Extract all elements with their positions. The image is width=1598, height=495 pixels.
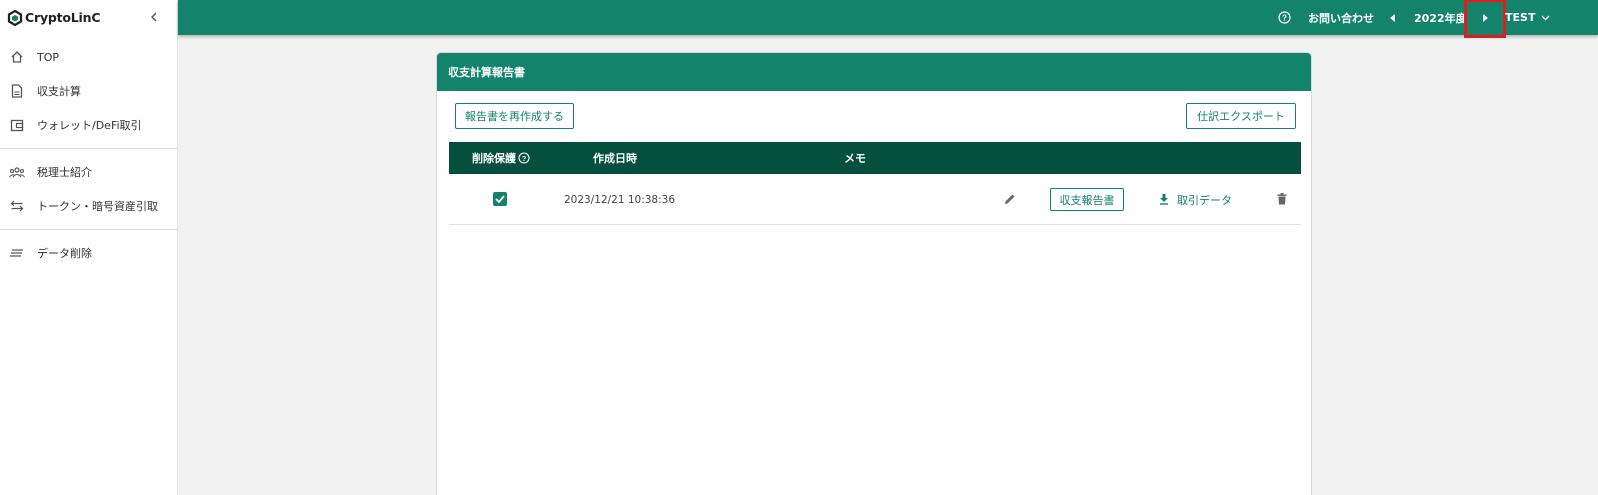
svg-text:?: ?: [1282, 14, 1287, 23]
help-icon[interactable]: ?: [1278, 0, 1291, 35]
table-header: 削除保護 ? 作成日時 メモ: [449, 142, 1301, 174]
sidebar-item-income-calc[interactable]: 収支計算: [0, 74, 177, 108]
home-icon: [9, 49, 25, 65]
sidebar-item-label: TOP: [37, 50, 60, 64]
column-header-protect: 削除保護 ?: [472, 142, 530, 174]
trash-icon[interactable]: [1275, 192, 1289, 206]
column-header-label: 削除保護: [472, 152, 516, 165]
collapse-sidebar-icon[interactable]: [147, 9, 161, 25]
sidebar-item-token-exchange[interactable]: トークン・暗号資産引取: [0, 189, 177, 223]
svg-text:?: ?: [522, 154, 527, 163]
transaction-data-download[interactable]: 取引データ: [1159, 174, 1232, 225]
caret-left-icon: [1390, 13, 1395, 22]
people-icon: [9, 164, 25, 180]
user-name: TEST: [1505, 11, 1536, 24]
sidebar-item-top[interactable]: TOP: [0, 40, 177, 74]
chevron-down-icon: [1541, 15, 1550, 21]
sidebar-divider: [0, 229, 177, 230]
swap-icon: [9, 198, 25, 214]
top-bar: ? お問い合わせ 2022年度 TEST: [178, 0, 1598, 38]
fiscal-year-label: 2022年度: [1414, 11, 1467, 25]
sidebar-item-wallet[interactable]: ウォレット/DeFi取引: [0, 108, 177, 142]
journal-export-button[interactable]: 仕訳エクスポート: [1186, 103, 1296, 129]
sidebar-divider: [0, 148, 177, 149]
sidebar-item-label: トークン・暗号資産引取: [37, 200, 158, 213]
document-icon: [9, 83, 25, 99]
pencil-icon[interactable]: [1003, 192, 1017, 206]
regenerate-report-button[interactable]: 報告書を再作成する: [455, 103, 574, 129]
sidebar-item-label: 税理士紹介: [37, 166, 92, 179]
card-title: 収支計算報告書: [448, 66, 525, 79]
income-report-button[interactable]: 収支報告書: [1050, 188, 1124, 211]
column-header-memo: メモ: [844, 152, 866, 165]
delete-protection-checkbox[interactable]: [493, 192, 507, 206]
highlight-box: [1464, 0, 1506, 38]
logo-text: CryptoLinC: [25, 10, 101, 25]
user-menu[interactable]: TEST: [1505, 0, 1550, 35]
logo-icon: [7, 9, 23, 26]
sidebar-item-label: データ削除: [37, 247, 92, 260]
created-datetime: 2023/12/21 10:38:36: [564, 193, 676, 206]
sidebar-item-label: ウォレット/DeFi取引: [37, 119, 142, 132]
contact-link[interactable]: お問い合わせ: [1308, 0, 1374, 35]
prev-year-button[interactable]: [1385, 0, 1401, 35]
download-label: 取引データ: [1177, 193, 1232, 207]
sidebar-item-label: 収支計算: [37, 85, 81, 98]
sidebar-item-tax-accountant[interactable]: 税理士紹介: [0, 155, 177, 189]
check-icon: [495, 195, 505, 203]
download-icon: [1159, 194, 1169, 205]
logo[interactable]: CryptoLinC: [0, 0, 177, 35]
lines-icon: [9, 245, 25, 261]
sidebar: CryptoLinC TOP 収支計算 ウォレット/DeFi取引 税理士紹介 ト…: [0, 0, 178, 495]
help-icon[interactable]: ?: [518, 152, 530, 164]
next-year-button[interactable]: [1464, 0, 1506, 38]
sidebar-item-data-delete[interactable]: データ削除: [0, 236, 177, 270]
card-header: 収支計算報告書: [437, 53, 1311, 91]
wallet-icon: [9, 117, 25, 133]
report-card: 収支計算報告書 報告書を再作成する 仕訳エクスポート 削除保護 ? 作成日時 メ…: [436, 52, 1312, 495]
table-row: 2023/12/21 10:38:36 収支報告書 取引データ: [449, 174, 1301, 225]
column-header-created: 作成日時: [593, 152, 637, 165]
